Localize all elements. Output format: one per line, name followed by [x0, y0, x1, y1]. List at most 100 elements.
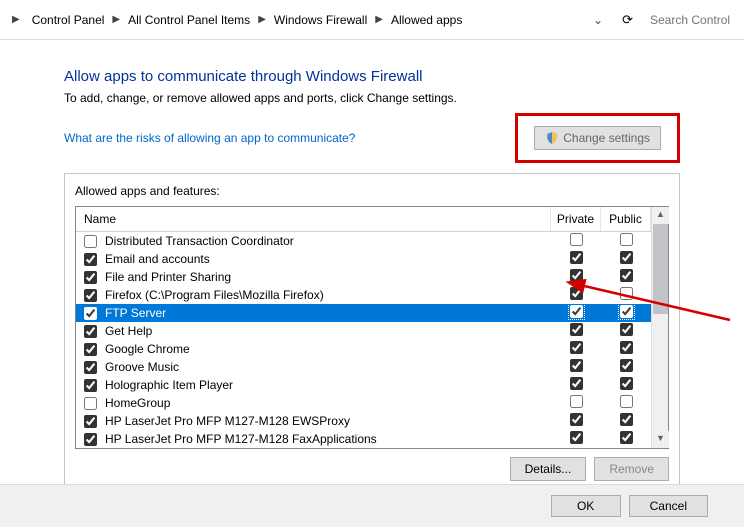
public-checkbox[interactable] — [620, 305, 633, 318]
row-private-cell — [551, 413, 601, 429]
private-checkbox[interactable] — [570, 323, 583, 336]
private-checkbox[interactable] — [570, 377, 583, 390]
ok-button[interactable]: OK — [551, 495, 621, 517]
table-header: Name Private Public — [76, 207, 651, 232]
row-private-cell — [551, 341, 601, 357]
public-checkbox[interactable] — [620, 287, 633, 300]
breadcrumb-item[interactable]: Control Panel — [28, 11, 109, 29]
row-enable-checkbox[interactable] — [84, 397, 97, 410]
public-checkbox[interactable] — [620, 233, 633, 246]
row-name-label: Firefox (C:\Program Files\Mozilla Firefo… — [105, 288, 324, 302]
breadcrumb-item[interactable]: All Control Panel Items — [124, 11, 254, 29]
private-checkbox[interactable] — [570, 233, 583, 246]
column-private[interactable]: Private — [551, 207, 601, 231]
row-enable-checkbox[interactable] — [84, 433, 97, 446]
row-name-label: Get Help — [105, 324, 152, 338]
scroll-up-icon[interactable]: ▲ — [652, 207, 669, 224]
chevron-right-icon[interactable]: ▶ — [254, 14, 270, 25]
table-row[interactable]: Get Help — [76, 322, 651, 340]
row-name-cell: Groove Music — [76, 360, 551, 375]
row-name-cell: Firefox (C:\Program Files\Mozilla Firefo… — [76, 288, 551, 303]
search-input[interactable] — [646, 9, 736, 31]
details-button[interactable]: Details... — [510, 457, 587, 481]
private-checkbox[interactable] — [570, 359, 583, 372]
table-row[interactable]: Firefox (C:\Program Files\Mozilla Firefo… — [76, 286, 651, 304]
column-public[interactable]: Public — [601, 207, 651, 231]
row-name-cell: Distributed Transaction Coordinator — [76, 234, 551, 249]
public-checkbox[interactable] — [620, 431, 633, 444]
row-enable-checkbox[interactable] — [84, 271, 97, 284]
table-row[interactable]: FTP Server — [76, 304, 651, 322]
row-name-cell: Google Chrome — [76, 342, 551, 357]
table-row[interactable]: Holographic Item Player — [76, 376, 651, 394]
scroll-thumb[interactable] — [653, 224, 668, 314]
row-enable-checkbox[interactable] — [84, 343, 97, 356]
private-checkbox[interactable] — [570, 341, 583, 354]
chevron-right-icon[interactable]: ▶ — [8, 14, 24, 25]
private-checkbox[interactable] — [570, 269, 583, 282]
private-checkbox[interactable] — [570, 305, 583, 318]
row-enable-checkbox[interactable] — [84, 289, 97, 302]
breadcrumb-item[interactable]: Allowed apps — [387, 11, 466, 29]
row-enable-checkbox[interactable] — [84, 325, 97, 338]
public-checkbox[interactable] — [620, 341, 633, 354]
address-bar: ▶ Control Panel ▶ All Control Panel Item… — [0, 0, 744, 40]
table-row[interactable]: File and Printer Sharing — [76, 268, 651, 286]
row-private-cell — [551, 359, 601, 375]
row-enable-checkbox[interactable] — [84, 235, 97, 248]
row-enable-checkbox[interactable] — [84, 361, 97, 374]
private-checkbox[interactable] — [570, 287, 583, 300]
table-row[interactable]: HomeGroup — [76, 394, 651, 412]
table-row[interactable]: HP LaserJet Pro MFP M127-M128 EWSProxy — [76, 412, 651, 430]
change-settings-label: Change settings — [563, 131, 650, 145]
public-checkbox[interactable] — [620, 359, 633, 372]
row-enable-checkbox[interactable] — [84, 253, 97, 266]
row-name-label: HP LaserJet Pro MFP M127-M128 EWSProxy — [105, 414, 350, 428]
cancel-button[interactable]: Cancel — [629, 495, 708, 517]
chevron-right-icon[interactable]: ▶ — [108, 14, 124, 25]
allowed-apps-groupbox: Allowed apps and features: Name Private … — [64, 173, 680, 492]
apps-table: Name Private Public Distributed Transact… — [75, 206, 669, 449]
private-checkbox[interactable] — [570, 431, 583, 444]
table-row[interactable]: Google Chrome — [76, 340, 651, 358]
table-row[interactable]: Distributed Transaction Coordinator — [76, 232, 651, 250]
private-checkbox[interactable] — [570, 251, 583, 264]
row-private-cell — [551, 431, 601, 447]
table-body: Distributed Transaction Coordinator Email… — [76, 232, 651, 448]
row-public-cell — [601, 305, 651, 321]
table-row[interactable]: Groove Music — [76, 358, 651, 376]
chevron-right-icon[interactable]: ▶ — [371, 14, 387, 25]
breadcrumb-item[interactable]: Windows Firewall — [270, 11, 371, 29]
table-row[interactable]: HP LaserJet Pro MFP M127-M128 FaxApplica… — [76, 430, 651, 448]
table-row[interactable]: Email and accounts — [76, 250, 651, 268]
scroll-down-icon[interactable]: ▼ — [652, 431, 669, 448]
row-name-label: Email and accounts — [105, 252, 210, 266]
public-checkbox[interactable] — [620, 269, 633, 282]
row-enable-checkbox[interactable] — [84, 307, 97, 320]
refresh-button[interactable]: ⟳ — [613, 7, 642, 33]
row-public-cell — [601, 413, 651, 429]
row-private-cell — [551, 251, 601, 267]
public-checkbox[interactable] — [620, 251, 633, 264]
row-enable-checkbox[interactable] — [84, 415, 97, 428]
row-private-cell — [551, 323, 601, 339]
public-checkbox[interactable] — [620, 323, 633, 336]
row-public-cell — [601, 359, 651, 375]
private-checkbox[interactable] — [570, 395, 583, 408]
change-settings-button[interactable]: Change settings — [534, 126, 661, 150]
row-public-cell — [601, 251, 651, 267]
remove-button[interactable]: Remove — [594, 457, 669, 481]
history-dropdown-icon[interactable]: ⌄ — [587, 13, 609, 27]
row-name-label: HP LaserJet Pro MFP M127-M128 FaxApplica… — [105, 432, 377, 446]
public-checkbox[interactable] — [620, 395, 633, 408]
column-name[interactable]: Name — [76, 207, 551, 231]
row-public-cell — [601, 431, 651, 447]
row-name-cell: HP LaserJet Pro MFP M127-M128 FaxApplica… — [76, 432, 551, 447]
risk-link[interactable]: What are the risks of allowing an app to… — [64, 131, 355, 145]
scrollbar[interactable]: ▲ ▼ — [651, 207, 668, 448]
row-public-cell — [601, 269, 651, 285]
public-checkbox[interactable] — [620, 377, 633, 390]
row-enable-checkbox[interactable] — [84, 379, 97, 392]
private-checkbox[interactable] — [570, 413, 583, 426]
public-checkbox[interactable] — [620, 413, 633, 426]
